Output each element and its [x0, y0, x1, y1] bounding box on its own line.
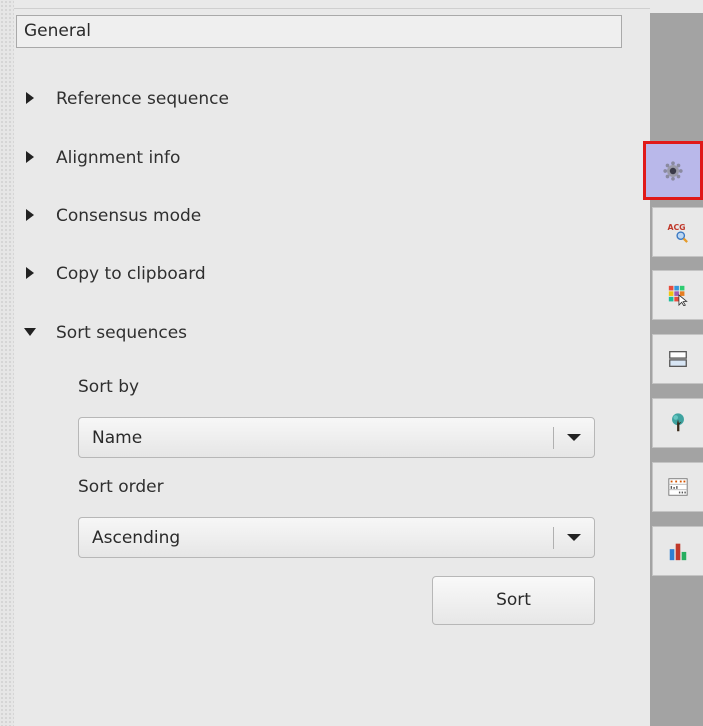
section-alignment-info[interactable]: Alignment info: [26, 146, 180, 170]
section-consensus-mode[interactable]: Consensus mode: [26, 204, 201, 228]
svg-text:ACG: ACG: [667, 223, 685, 232]
chevron-down-icon[interactable]: [554, 418, 594, 457]
expand-arrow-icon[interactable]: [26, 204, 50, 228]
section-reference-sequence[interactable]: Reference sequence: [26, 87, 229, 111]
section-copy-to-clipboard[interactable]: Copy to clipboard: [26, 262, 206, 286]
collapse-arrow-icon[interactable]: [24, 321, 50, 345]
gear-icon: [663, 160, 683, 181]
statistics-grid-icon: [668, 478, 688, 496]
expand-arrow-icon[interactable]: [26, 262, 50, 286]
section-label: Alignment info: [56, 148, 181, 168]
tab-search-in-alignment[interactable]: ACG: [652, 207, 703, 257]
tab-tree-settings[interactable]: [652, 398, 703, 448]
tab-distance-matrix[interactable]: [652, 462, 703, 512]
sort-button[interactable]: Sort: [432, 576, 595, 625]
section-label: Reference sequence: [56, 89, 229, 109]
sort-order-value: Ascending: [92, 527, 181, 548]
tab-statistics[interactable]: [652, 526, 703, 576]
tab-general-settings[interactable]: [643, 141, 703, 200]
sort-order-dropdown[interactable]: Ascending: [78, 517, 595, 558]
sort-by-dropdown[interactable]: Name: [78, 417, 595, 458]
highlight-grid-icon: [668, 285, 688, 306]
group-header-general: General: [16, 15, 622, 48]
rows-layout-icon: [669, 351, 687, 367]
acg-search-icon: ACG: [667, 223, 688, 243]
chevron-down-icon[interactable]: [554, 518, 594, 557]
section-label: Consensus mode: [56, 206, 202, 226]
sort-by-value: Name: [92, 427, 143, 448]
bar-chart-icon: [669, 543, 687, 561]
tree-icon: [672, 413, 684, 432]
sort-by-label: Sort by: [78, 377, 140, 397]
tab-highlighting[interactable]: [652, 270, 703, 320]
tab-general-layout[interactable]: [652, 334, 703, 384]
expand-arrow-icon[interactable]: [26, 146, 50, 170]
left-resize-strip[interactable]: [0, 0, 14, 726]
section-label: Copy to clipboard: [56, 264, 206, 284]
sort-order-label: Sort order: [78, 477, 164, 497]
expand-arrow-icon[interactable]: [26, 87, 50, 111]
section-label: Sort sequences: [56, 323, 188, 343]
section-sort-sequences[interactable]: Sort sequences: [24, 321, 188, 345]
